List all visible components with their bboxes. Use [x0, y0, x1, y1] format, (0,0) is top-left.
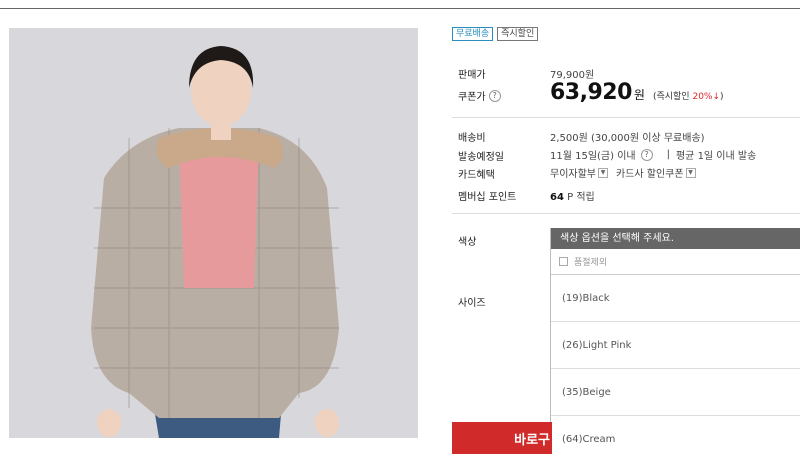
color-option-item[interactable]: (26)Light Pink: [551, 322, 800, 369]
shipping-divider: [452, 213, 800, 214]
separator: |: [666, 149, 670, 160]
coupon-price-value: 63,920: [550, 80, 632, 105]
color-option-label: 색상: [458, 237, 477, 248]
card-coupon[interactable]: 카드사 할인쿠폰: [616, 165, 684, 180]
buy-now-label: 바로구: [514, 432, 550, 448]
coupon-price-unit: 원: [633, 88, 645, 102]
product-image[interactable]: [9, 28, 418, 438]
card-benefit-row: 무이자할부 ▼ 카드사 할인쿠폰 ▼: [550, 165, 696, 180]
exclude-soldout-row[interactable]: 품절제외: [551, 249, 800, 275]
points-row: 64 P 적립: [550, 188, 595, 203]
card-installment[interactable]: 무이자할부: [550, 165, 596, 180]
top-divider: [0, 8, 800, 9]
question-circle-icon[interactable]: ?: [488, 89, 501, 102]
exclude-soldout-checkbox[interactable]: [559, 257, 568, 266]
shipping-fee-value: 2,500원 (30,000원 이상 무료배송): [550, 133, 705, 144]
coupon-price: 63,920 원 (즉시할인 20%↓): [550, 80, 724, 105]
color-dropdown[interactable]: 색상 옵션을 선택해 주세요. 품절제외 (19)Black (26)Light…: [550, 228, 800, 454]
shipping-fee-label: 배송비: [458, 133, 486, 144]
sale-price-value: 79,900원: [550, 70, 595, 81]
question-circle-icon[interactable]: ?: [640, 148, 653, 161]
free-shipping-badge: 무료배송: [452, 27, 494, 41]
discount-prefix: (즉시할인: [652, 92, 690, 102]
badge-group: 무료배송 즉시할인: [452, 27, 539, 41]
chevron-down-icon[interactable]: ▼: [598, 167, 608, 178]
ship-date-value: 11월 15일(금) 이내: [550, 151, 636, 162]
color-select-placeholder[interactable]: 색상 옵션을 선택해 주세요.: [551, 228, 800, 249]
discount-rate: 20%↓: [692, 92, 721, 102]
sale-price-label: 판매가: [458, 70, 486, 81]
coupon-price-label-wrap: 쿠폰가 ?: [458, 88, 501, 103]
card-benefit-label: 카드혜택: [458, 170, 495, 181]
ship-date-row: 11월 15일(금) 이내 ? | 평균 1일 이내 발송: [550, 147, 756, 162]
points-value: 64: [550, 192, 564, 203]
color-option-item[interactable]: (64)Cream: [551, 416, 800, 454]
ship-date-label: 발송예정일: [458, 152, 504, 163]
buy-now-button[interactable]: 바로구: [452, 422, 552, 454]
discount-info: (즉시할인 20%↓): [653, 89, 724, 102]
price-divider: [452, 117, 800, 118]
chevron-down-icon[interactable]: ▼: [685, 167, 696, 178]
ship-avg-value: 평균 1일 이내 발송: [675, 151, 757, 162]
discount-suffix: ): [720, 92, 724, 102]
points-label: 멤버십 포인트: [458, 192, 517, 203]
color-option-item[interactable]: (19)Black: [551, 275, 800, 322]
points-unit: P 적립: [567, 192, 595, 203]
coupon-price-label: 쿠폰가: [458, 92, 486, 103]
exclude-soldout-label: 품절제외: [574, 258, 608, 268]
size-option-label: 사이즈: [458, 298, 486, 309]
color-option-item[interactable]: (35)Beige: [551, 369, 800, 416]
instant-discount-badge: 즉시할인: [497, 27, 539, 41]
product-photo-illustration: [9, 28, 418, 438]
